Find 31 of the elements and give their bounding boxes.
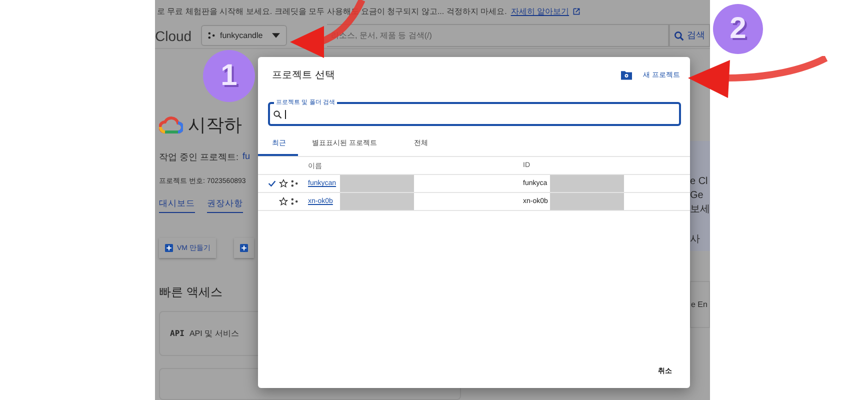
star-icon[interactable] (279, 197, 288, 206)
action-button[interactable] (234, 238, 254, 258)
plus-icon (165, 244, 173, 252)
learn-more-link[interactable]: 자세히 알아보기 (510, 6, 570, 18)
caret-icon (272, 33, 280, 38)
page-title: 시작하 (188, 114, 242, 137)
folder-gear-icon[interactable] (621, 70, 632, 80)
product-card[interactable]: e En (690, 281, 710, 328)
project-icon (291, 180, 298, 187)
promo-text: 보세 (690, 203, 710, 217)
project-icon (291, 198, 298, 205)
search-icon (273, 110, 282, 118)
page-tab[interactable]: 권장사항 (207, 198, 243, 213)
brand-text: Cloud (155, 28, 193, 44)
cloud-logo-icon (159, 116, 183, 134)
step-badge: 2 (713, 4, 763, 54)
promo-text: 사 (690, 233, 700, 247)
plus-icon (240, 244, 248, 252)
working-project-link[interactable]: fu (242, 151, 250, 164)
external-link-icon (573, 8, 580, 16)
dialog-title: 프로젝트 선택 (272, 69, 336, 82)
search-button[interactable]: 검색 (669, 24, 710, 48)
page-tab[interactable]: 대시보드 (159, 198, 195, 213)
promo-text: Ge (690, 189, 704, 203)
section-title: 빠른 액세스 (159, 284, 224, 301)
search-icon (674, 30, 684, 41)
project-selector[interactable]: funkycandle (201, 25, 287, 46)
working-project-label: 작업 중인 프로젝트: (159, 151, 239, 164)
star-icon[interactable] (279, 179, 288, 188)
promo-text: e Cl (690, 175, 708, 189)
project-icon (208, 32, 215, 40)
